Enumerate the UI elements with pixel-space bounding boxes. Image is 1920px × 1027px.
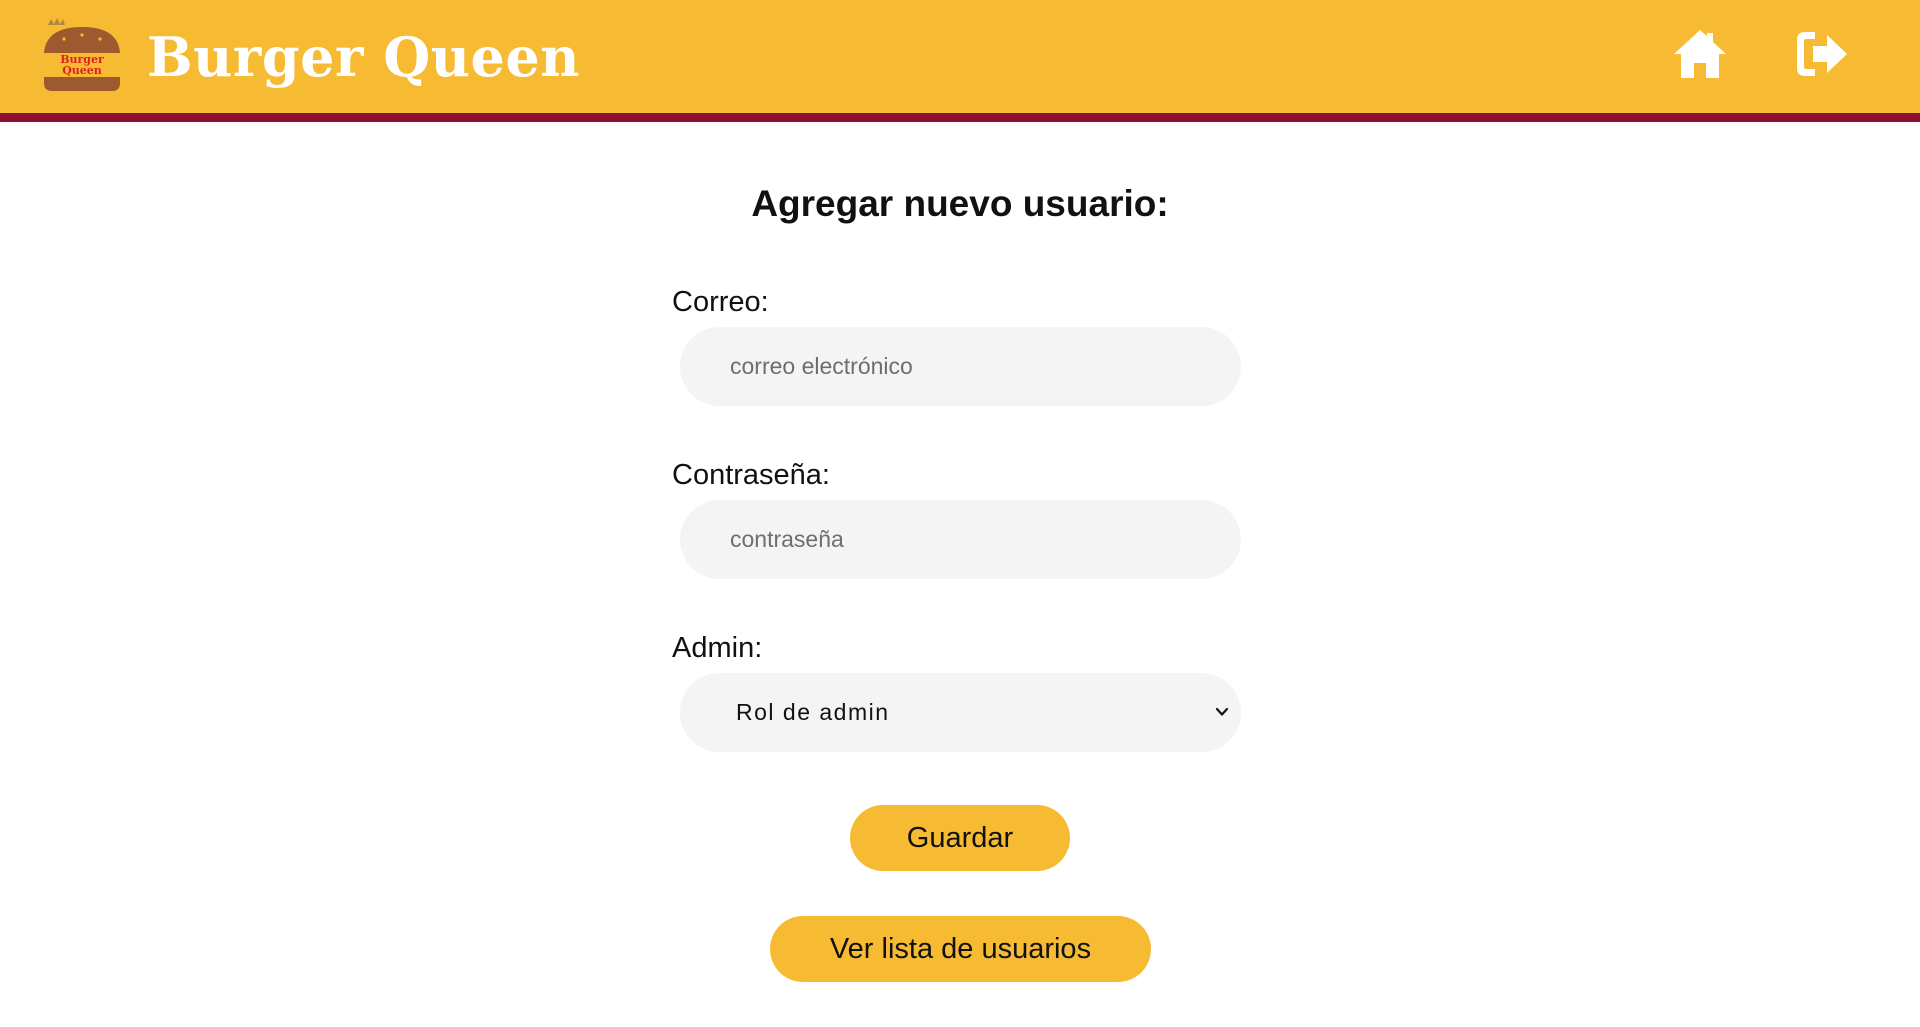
logout-button[interactable] [1793,26,1851,82]
admin-role-select[interactable]: Rol de admin [680,673,1241,752]
email-label: Correo: [672,286,769,318]
save-button[interactable]: Guardar [850,805,1070,871]
admin-role-selected-value: Rol de admin [736,699,890,725]
home-button[interactable] [1671,26,1729,82]
burger-queen-logo: Burger Queen [42,17,122,93]
password-field[interactable] [680,500,1241,579]
home-icon [1674,30,1726,78]
page-title: Agregar nuevo usuario: [751,183,1169,224]
password-label: Contraseña: [672,459,830,491]
sign-out-icon [1797,32,1847,76]
brand-title: Burger Queen [147,25,580,89]
app-header: Burger Queen Burger Queen [0,0,1920,122]
chevron-down-icon [1215,707,1229,716]
admin-label: Admin: [672,632,763,664]
view-users-list-button[interactable]: Ver lista de usuarios [770,916,1151,982]
logo-text: Queen [62,64,102,77]
email-field[interactable] [680,327,1241,406]
